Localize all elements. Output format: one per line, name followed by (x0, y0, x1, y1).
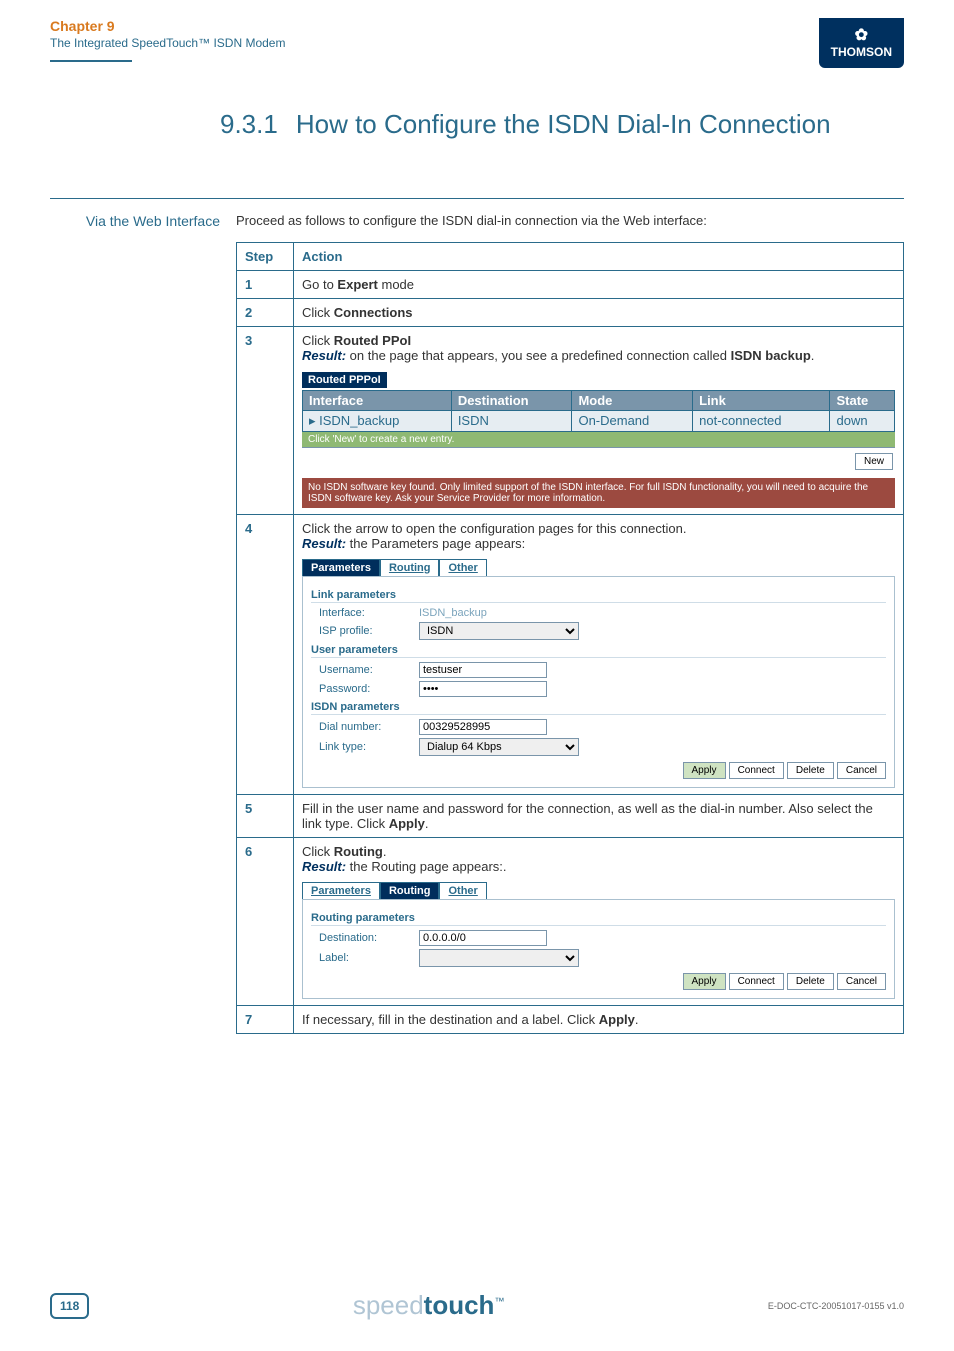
label-select[interactable] (419, 949, 579, 967)
delete-button[interactable]: Delete (787, 973, 834, 990)
apply-button[interactable]: Apply (683, 762, 726, 779)
col-destination: Destination (451, 390, 572, 410)
isdn-params-header: ISDN parameters (311, 701, 886, 715)
tab-routing[interactable]: Routing (380, 559, 440, 576)
routing-params-header: Routing parameters (311, 912, 886, 926)
new-button[interactable]: New (855, 453, 893, 470)
chapter-label: Chapter 9 (50, 18, 285, 34)
username-input[interactable] (419, 662, 547, 678)
connect-button[interactable]: Connect (729, 762, 784, 779)
page-number: 118 (50, 1293, 89, 1319)
steps-table: Step Action 1 Go to Expert mode 2 Click … (236, 242, 904, 1034)
chapter-subtitle: The Integrated SpeedTouch™ ISDN Modem (50, 36, 285, 50)
connections-list: Interface Destination Mode Link State ▸ … (302, 390, 895, 432)
username-label: Username: (311, 664, 419, 676)
step-number: 7 (237, 1005, 294, 1033)
document-reference: E-DOC-CTC-20051017-0155 v1.0 (768, 1301, 904, 1311)
step-number: 6 (237, 837, 294, 1005)
isp-profile-label: ISP profile: (311, 625, 419, 637)
panel-title: Routed PPPoI (302, 372, 387, 388)
col-mode: Mode (572, 390, 693, 410)
tab-other[interactable]: Other (439, 559, 486, 576)
step-number: 1 (237, 270, 294, 298)
isp-profile-select[interactable]: ISDN (419, 622, 579, 640)
step-action: Click Connections (294, 298, 904, 326)
delete-button[interactable]: Delete (787, 762, 834, 779)
intro-text: Proceed as follows to configure the ISDN… (236, 213, 904, 228)
new-entry-hint: Click 'New' to create a new entry. (302, 432, 895, 447)
speedtouch-logo: speedtouch™ (353, 1290, 505, 1321)
cancel-button[interactable]: Cancel (837, 973, 886, 990)
label-label: Label: (311, 952, 419, 964)
password-input[interactable] (419, 681, 547, 697)
step-action: If necessary, fill in the destination an… (294, 1005, 904, 1033)
destination-input[interactable] (419, 930, 547, 946)
brand-flower-icon: ✿ (831, 26, 892, 45)
interface-label: Interface: (311, 607, 419, 619)
isdn-warning: No ISDN software key found. Only limited… (302, 478, 895, 508)
col-action: Action (294, 242, 904, 270)
routed-pppoi-panel: Routed PPPoI Interface Destination Mode … (302, 371, 895, 508)
link-type-select[interactable]: Dialup 64 Kbps (419, 738, 579, 756)
col-state: State (830, 390, 895, 410)
dial-number-label: Dial number: (311, 721, 419, 733)
destination-label: Destination: (311, 932, 419, 944)
step-number: 5 (237, 794, 294, 837)
parameters-panel: Link parameters Interface:ISDN_backup IS… (302, 576, 895, 788)
routing-panel: Routing parameters Destination: Label: A… (302, 899, 895, 999)
col-step: Step (237, 242, 294, 270)
user-params-header: User parameters (311, 644, 886, 658)
step-number: 4 (237, 514, 294, 794)
col-interface: Interface (303, 390, 452, 410)
section-side-label: Via the Web Interface (50, 198, 236, 1034)
apply-button[interactable]: Apply (683, 973, 726, 990)
connect-button[interactable]: Connect (729, 973, 784, 990)
step-number: 3 (237, 326, 294, 514)
col-link: Link (693, 390, 830, 410)
brand-badge: ✿ THOMSON (819, 18, 904, 68)
step-action: Go to Expert mode (294, 270, 904, 298)
step-action: Fill in the user name and password for t… (294, 794, 904, 837)
tab-routing[interactable]: Routing (380, 882, 440, 899)
params-tabs: Parameters Routing Other (302, 559, 895, 576)
link-params-header: Link parameters (311, 589, 886, 603)
routing-tabs: Parameters Routing Other (302, 882, 895, 899)
brand-name: THOMSON (831, 45, 892, 59)
step-action: Click Routing. Result: the Routing page … (294, 837, 904, 1005)
cancel-button[interactable]: Cancel (837, 762, 886, 779)
page-title: 9.3.1How to Configure the ISDN Dial-In C… (220, 109, 831, 140)
step-number: 2 (237, 298, 294, 326)
header-rule (50, 60, 132, 62)
tab-parameters[interactable]: Parameters (302, 882, 380, 899)
dial-number-input[interactable] (419, 719, 547, 735)
tab-parameters[interactable]: Parameters (302, 559, 380, 576)
step-action: Click the arrow to open the configuratio… (294, 514, 904, 794)
password-label: Password: (311, 683, 419, 695)
tab-other[interactable]: Other (439, 882, 486, 899)
link-type-label: Link type: (311, 741, 419, 753)
connection-row[interactable]: ▸ ISDN_backup ISDN On-Demand not-connect… (303, 410, 895, 431)
interface-value: ISDN_backup (419, 607, 487, 619)
step-action: Click Routed PPoI Result: on the page th… (294, 326, 904, 514)
